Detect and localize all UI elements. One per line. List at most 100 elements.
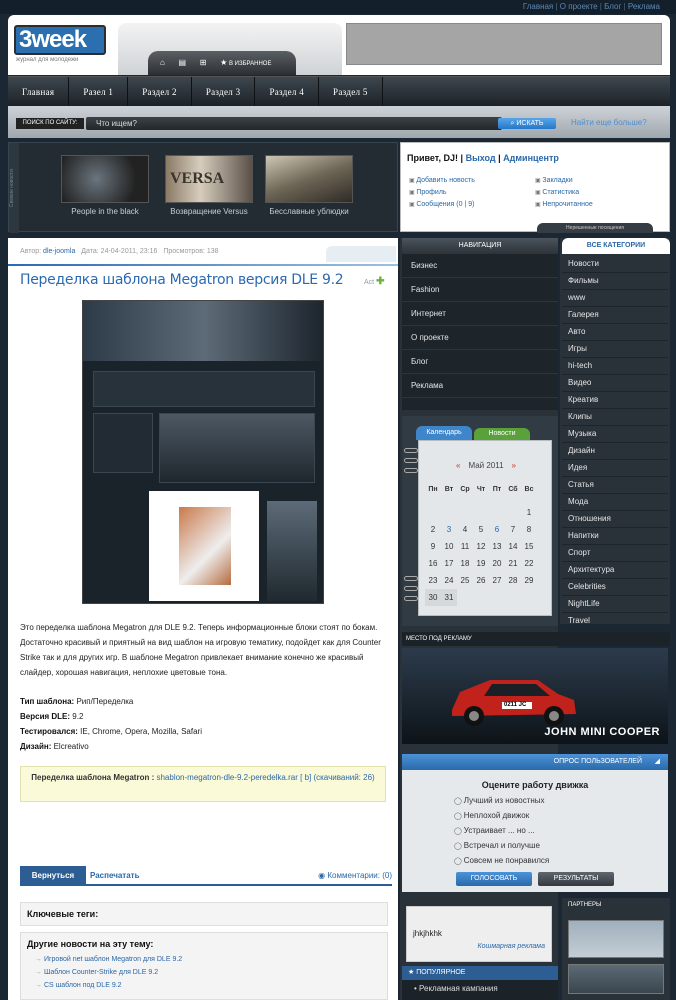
ad-banner[interactable]: 0211 JC JOHN MINI COOPER — [402, 648, 668, 744]
popular-item[interactable]: • Рекламная кампания — [402, 980, 558, 997]
tab-back[interactable]: Вернуться — [20, 866, 86, 886]
category-link[interactable]: Игры — [562, 341, 668, 358]
results-button[interactable]: РЕЗУЛЬТАТЫ — [538, 872, 614, 886]
nav-link[interactable]: О проекте — [402, 326, 558, 350]
nav-item-5[interactable]: Раздел 5 — [319, 77, 383, 107]
slide-image-2[interactable]: VERSA — [165, 155, 253, 203]
tab-news[interactable]: Новости — [474, 428, 530, 440]
article-title[interactable]: Переделка шаблона Megatron версия DLE 9.… — [20, 272, 344, 288]
category-link[interactable]: www — [562, 290, 668, 307]
prev-month-button[interactable]: « — [456, 461, 460, 470]
vote-button[interactable]: ГОЛОСОВАТЬ — [456, 872, 532, 886]
user-panel-tab[interactable]: Нерешенные посещения — [537, 223, 653, 233]
top-link-ads[interactable]: Реклама — [628, 2, 660, 11]
home-icon[interactable]: ⌂ — [160, 51, 165, 75]
poll-option[interactable]: Лучший из новостных — [454, 794, 549, 809]
user-links-left: Добавить новость Профиль Сообщения (0 | … — [409, 175, 475, 211]
user-link-stats[interactable]: Статистика — [535, 187, 593, 199]
rss-icon[interactable]: ▤ — [179, 51, 187, 75]
calendar-day: 20 — [492, 559, 502, 568]
nav-item-2[interactable]: Раздел 2 — [128, 77, 192, 107]
article-screenshot[interactable] — [82, 300, 324, 604]
logout-link[interactable]: Выход — [466, 153, 496, 163]
category-link[interactable]: NightLife — [562, 596, 668, 613]
nav-link[interactable]: Блог — [402, 350, 558, 374]
category-link[interactable]: Клипы — [562, 409, 668, 426]
categories-title: ВСЕ КАТЕГОРИИ — [562, 238, 670, 254]
calendar-day[interactable]: 6 — [489, 521, 505, 538]
related-link[interactable]: Шаблон Counter-Strike для DLE 9.2 — [27, 966, 381, 979]
user-link-unread[interactable]: Непрочитанное — [535, 199, 592, 211]
star-icon[interactable]: ★ — [220, 51, 227, 75]
category-link[interactable]: Видео — [562, 375, 668, 392]
slide-image-3[interactable] — [265, 155, 353, 203]
nav-item-4[interactable]: Раздел 4 — [255, 77, 320, 107]
category-link[interactable]: Спорт — [562, 545, 668, 562]
header-banner[interactable] — [346, 23, 662, 65]
slide-caption-3[interactable]: Бесславные ублюдки — [259, 207, 359, 216]
add-icon[interactable]: ✚ — [376, 276, 384, 287]
user-link-messages[interactable]: Сообщения (0 | 9) — [409, 199, 475, 211]
user-link-add-news[interactable]: Добавить новость — [409, 175, 475, 187]
user-link-profile[interactable]: Профиль — [409, 187, 475, 199]
navigation-list: Бизнес Fashion Интернет О проекте Блог Р… — [402, 254, 558, 410]
category-link[interactable]: Travel — [562, 613, 668, 630]
admin-link[interactable]: Админцентр — [503, 153, 559, 163]
category-link[interactable]: Дизайн — [562, 443, 668, 460]
category-link[interactable]: Мода — [562, 494, 668, 511]
category-link[interactable]: Архитектура — [562, 562, 668, 579]
slide-caption-2[interactable]: Возвращение Versus — [159, 207, 259, 216]
category-link[interactable]: hi-tech — [562, 358, 668, 375]
user-link-bookmarks[interactable]: Закладки — [535, 175, 593, 187]
nav-link[interactable]: Бизнес — [402, 254, 558, 278]
author-link[interactable]: dle-joomla — [43, 248, 75, 255]
sitemap-icon[interactable]: ⊞ — [200, 51, 207, 75]
category-link[interactable]: Статья — [562, 477, 668, 494]
poll-option[interactable]: Встречал и получше — [454, 839, 549, 854]
related-link[interactable]: CS шаблон под DLE 9.2 — [27, 979, 381, 992]
category-link[interactable]: Новости — [562, 256, 668, 273]
search-input[interactable]: Что ищем? — [86, 117, 502, 130]
calendar-day: 27 — [492, 576, 502, 585]
category-link[interactable]: Напитки — [562, 528, 668, 545]
download-link[interactable]: shablon-megatron-dle-9.2-peredelka.rar — [156, 773, 297, 782]
category-link[interactable]: Celebrities — [562, 579, 668, 596]
related-link[interactable]: Игровой net шаблон Megatron для DLE 9.2 — [27, 953, 381, 966]
category-link[interactable]: Авто — [562, 324, 668, 341]
category-link[interactable]: Галерея — [562, 307, 668, 324]
favorites-link[interactable]: В ИЗБРАННОЕ — [229, 61, 271, 67]
nav-link[interactable]: Интернет — [402, 302, 558, 326]
slide-caption-1[interactable]: People in the black — [55, 207, 155, 216]
poll-option[interactable]: Неплохой движок — [454, 809, 549, 824]
calendar-day[interactable]: 3 — [441, 521, 457, 538]
next-month-button[interactable]: » — [512, 461, 516, 470]
partner-banner[interactable] — [568, 964, 664, 994]
nav-link[interactable]: Реклама — [402, 374, 558, 398]
top-link-home[interactable]: Главная — [523, 2, 553, 11]
site-logo[interactable]: 3week журнал для молодежи — [14, 25, 114, 71]
nav-link[interactable]: Fashion — [402, 278, 558, 302]
poll-option[interactable]: Совсем не понравился — [454, 854, 549, 869]
tab-print[interactable]: Распечатать — [90, 866, 140, 886]
ad-caption: JOHN MINI COOPER — [544, 726, 660, 738]
top-link-blog[interactable]: Блог — [604, 2, 621, 11]
nav-item-home[interactable]: Главная — [8, 77, 70, 107]
category-link[interactable]: Фильмы — [562, 273, 668, 290]
edit-link[interactable]: Act — [364, 279, 374, 286]
nav-item-3[interactable]: Раздел 3 — [192, 77, 256, 107]
category-link[interactable]: Музыка — [562, 426, 668, 443]
tab-calendar[interactable]: Календарь — [416, 426, 472, 440]
search-button[interactable]: ⌕ ИСКАТЬ — [498, 118, 556, 129]
nav-item-1[interactable]: Разел 1 — [69, 77, 129, 107]
comments-link[interactable]: ◉ Комментарии: (0) — [318, 866, 392, 886]
slide-image-1[interactable] — [61, 155, 149, 203]
top-link-about[interactable]: О проекте — [560, 2, 598, 11]
advanced-search-link[interactable]: Найти еще больше? — [571, 118, 647, 127]
calendar-day: 10 — [444, 542, 454, 551]
category-link[interactable]: Креатив — [562, 392, 668, 409]
calendar-day: 8 — [526, 525, 532, 534]
category-link[interactable]: Отношения — [562, 511, 668, 528]
poll-option[interactable]: Устраивает ... но ... — [454, 824, 549, 839]
partner-banner[interactable] — [568, 920, 664, 958]
category-link[interactable]: Идея — [562, 460, 668, 477]
